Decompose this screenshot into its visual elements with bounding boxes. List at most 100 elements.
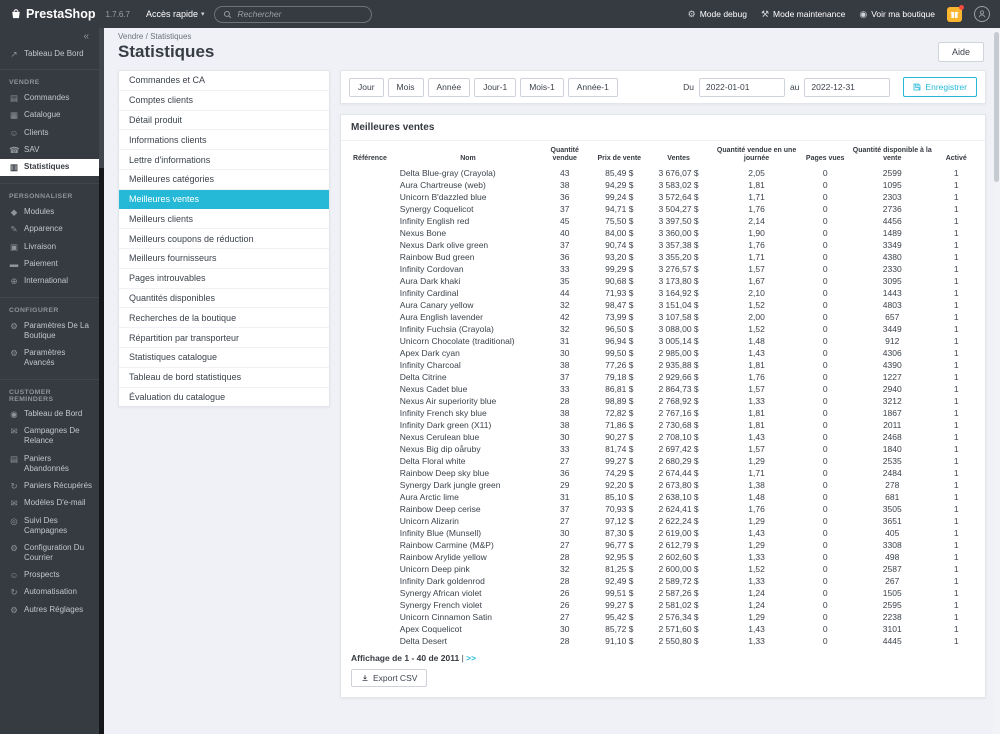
stats-menu-item-recherches-de-la-boutique[interactable]: Recherches de la boutique [119,308,329,329]
sidebar-item-label: Paniers Récupérés [24,480,93,490]
main-content: Vendre / Statistiques Statistiques Aide … [104,28,1000,734]
sidebar-item-prospects[interactable]: ☺ Prospects [0,566,99,583]
profile-button[interactable] [974,6,990,22]
sidebar-collapse-button[interactable]: « [0,28,99,43]
reference-cell [351,515,398,527]
sidebar-item-apparence[interactable]: ✎ Apparence [0,221,99,238]
other-settings-icon: ⚙ [10,604,18,615]
qty-sold-cell: 26 [559,600,570,611]
sidebar-item-label: Automatisation [24,587,77,597]
table-row: Nexus Dark olive green 37 90,74 $ 3 357,38 … [351,239,975,251]
table-row: Unicorn B'dazzled blue 36 99,24 $ 3 572,64 … [351,191,975,203]
stats-menu-item-pages-introuvables[interactable]: Pages introuvables [119,269,329,289]
sidebar-item-catalogue[interactable]: ▦ Catalogue [0,107,99,124]
sales-cell: 3 572,64 $ [658,192,699,203]
sidebar-item-tableau-de-bord[interactable]: ◉ Tableau de Bord [0,406,99,423]
table-row: Infinity Cardinal 44 71,93 $ 3 164,92 $ 2,10… [351,287,975,299]
page-scrollbar[interactable] [993,30,1000,734]
stats-menu-item-statistiques-catalogue[interactable]: Statistiques catalogue [119,348,329,368]
period-button-annee-1[interactable]: Année-1 [567,77,618,97]
stats-menu-item-repartition-par-transporteur[interactable]: Répartition par transporteur [119,328,329,348]
qty-available-cell: 2330 [882,264,902,275]
breadcrumb-parent[interactable]: Vendre [118,32,143,41]
stats-menu-item-meilleurs-coupons-de-reduction[interactable]: Meilleurs coupons de réduction [119,229,329,250]
sidebar-item-modules[interactable]: ◆ Modules [0,203,99,220]
price-cell: 71,86 $ [605,420,634,431]
price-cell: 86,81 $ [605,384,634,395]
sidebar-item-label: Livraison [24,241,57,251]
active-cell: 1 [953,204,959,215]
sidebar-item-statistiques[interactable]: ▥ Statistiques [0,158,99,177]
sidebar-item-clients[interactable]: ☺ Clients [0,124,99,141]
sidebar-item-international[interactable]: ⊕ International [0,273,99,290]
topbar-link-voir-ma-boutique[interactable]: ◉ Voir ma boutique [859,9,935,19]
stats-menu-item-meilleures-categories[interactable]: Meilleures catégories [119,170,329,190]
active-cell: 1 [953,588,959,599]
sidebar-item-paniers-recuperes[interactable]: ↻ Paniers Récupérés [0,477,99,494]
sidebar-item-automatisation[interactable]: ↻ Automatisation [0,584,99,601]
sidebar-item-parametres-avances[interactable]: ⚙ Paramètres Avancés [0,344,99,371]
quick-access-menu[interactable]: Accès rapide ▾ [146,9,205,19]
page-scrollbar-thumb[interactable] [994,32,999,182]
stats-menu-item-evaluation-du-catalogue[interactable]: Évaluation du catalogue [119,388,329,407]
stats-menu-item-tableau-de-bord-statistiques[interactable]: Tableau de bord statistiques [119,368,329,388]
save-button[interactable]: Enregistrer [903,77,977,97]
stats-menu-item-meilleures-ventes[interactable]: Meilleures ventes [119,189,329,210]
sidebar-item-commandes[interactable]: ▤ Commandes [0,89,99,106]
help-button[interactable]: Aide [937,42,984,62]
sidebar-item-autres-reglages[interactable]: ⚙ Autres Réglages [0,601,99,618]
qty-per-day-cell: 1,81 [748,420,765,431]
page-views-cell: 0 [822,336,828,347]
period-button-annee[interactable]: Année [427,77,471,97]
period-button-mois-1[interactable]: Mois-1 [520,77,564,97]
qty-per-day-cell: 1,33 [748,576,765,587]
notifications-button[interactable] [947,4,964,22]
stats-menu-item-informations-clients[interactable]: Informations clients [119,130,329,151]
prestashop-logo[interactable]: PrestaShop [10,7,95,21]
stats-menu-item-detail-produit[interactable]: Détail produit [119,111,329,131]
qty-available-cell: 4390 [882,360,902,371]
to-date-input[interactable] [804,77,891,97]
period-button-jour-1[interactable]: Jour-1 [474,77,517,97]
page-views-cell: 0 [822,288,828,299]
sidebar-item-campagnes-de-relance[interactable]: ✉ Campagnes De Relance [0,423,99,450]
breadcrumb-current: Statistiques [150,32,192,41]
sidebar-item-livraison[interactable]: ▣ Livraison [0,238,99,255]
table-row: Aura Dark khaki 35 90,68 $ 3 173,80 $ 1,67 0 3… [351,275,975,287]
search-input[interactable] [237,9,364,19]
qty-sold-cell: 40 [559,228,570,239]
topbar-link-mode-debug[interactable]: ⚙ Mode debug [688,9,747,19]
sidebar-item-suivi-des-campagnes[interactable]: ◎ Suivi Des Campagnes [0,512,99,539]
from-date-input[interactable] [698,77,785,97]
sidebar-item-paniers-abandonnes[interactable]: ▤ Paniers Abandonnés [0,450,99,477]
sidebar-item-sav[interactable]: ☎ SAV [0,142,99,159]
qty-per-day-cell: 1,48 [748,492,765,503]
period-button-jour[interactable]: Jour [349,77,384,97]
stats-menu-item-quantites-disponibles[interactable]: Quantités disponibles [119,289,329,309]
sidebar-item-configuration-du-courrier[interactable]: ⚙ Configuration Du Courrier [0,539,99,566]
sidebar-item-modeles-d-e-mail[interactable]: ✉ Modèles D'e-mail [0,495,99,512]
sidebar-section-title: CONFIGURER [9,307,59,315]
topbar-link-mode-maintenance[interactable]: ⚒ Mode maintenance [761,9,845,19]
stats-menu-item-lettre-d-informations[interactable]: Lettre d'informations [119,150,329,170]
sidebar-item-parametres-de-la-boutique[interactable]: ⚙ Paramètres De La Boutique [0,317,99,344]
stats-icon: ▥ [9,162,19,173]
qty-available-cell: 278 [885,480,900,491]
sidebar-item-label: Tableau de Bord [24,409,83,419]
stats-menu-item-commandes-et-ca[interactable]: Commandes et CA [119,71,329,91]
sidebar-item-tableau-de-bord[interactable]: ↗ Tableau De Bord [0,45,99,62]
stats-menu-item-meilleurs-fournisseurs[interactable]: Meilleurs fournisseurs [119,249,329,269]
stats-menu-item-meilleurs-clients[interactable]: Meilleurs clients [119,209,329,230]
stats-menu-item-comptes-clients[interactable]: Comptes clients [119,91,329,111]
export-csv-button[interactable]: Export CSV [351,669,428,688]
name-cell: Nexus Air superiority blue [399,396,497,407]
sales-cell: 3 005,14 $ [658,336,699,347]
sidebar-item-paiement[interactable]: ▬ Paiement [0,255,99,272]
active-cell: 1 [953,432,959,443]
price-cell: 93,20 $ [605,252,634,263]
period-button-mois[interactable]: Mois [387,77,424,97]
page-views-cell: 0 [822,300,828,311]
active-cell: 1 [953,612,959,623]
pagination-next-link[interactable]: >> [466,653,476,663]
qty-sold-cell: 28 [559,552,570,563]
